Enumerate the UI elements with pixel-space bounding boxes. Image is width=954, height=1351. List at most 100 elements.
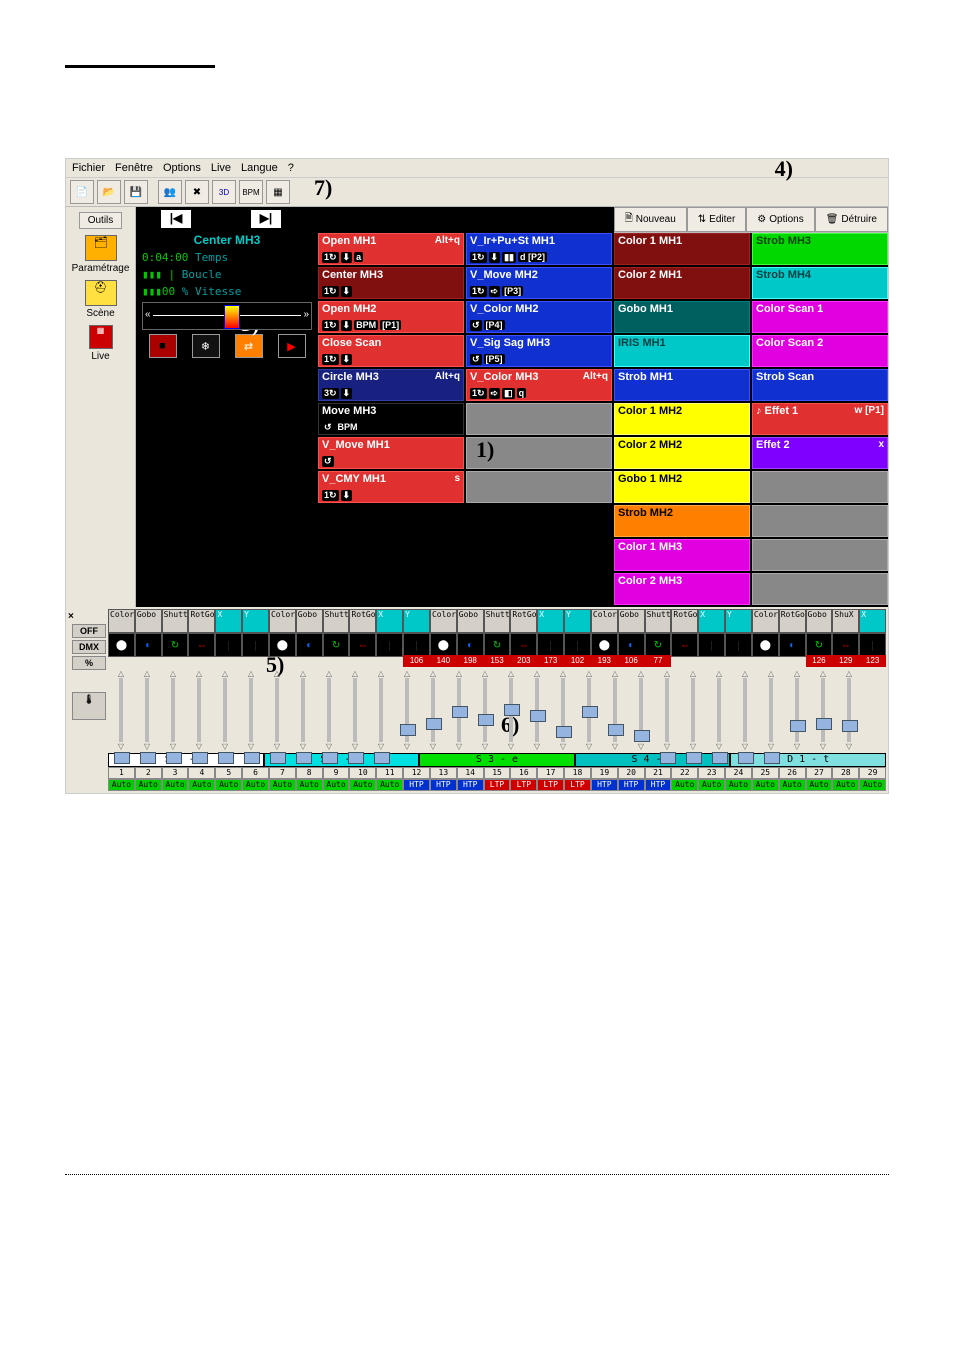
scene-button[interactable]: V_Move MH1↺ (318, 437, 464, 469)
scene-button[interactable] (466, 471, 612, 503)
channel-type-icon[interactable]: ◐ (457, 633, 484, 657)
zone-label[interactable]: S 1 - a (108, 753, 264, 767)
channel-mode[interactable]: Auto (859, 779, 886, 791)
channel-type-icon[interactable]: ⇔ (832, 633, 859, 657)
channel-type-icon[interactable]: ｜ (859, 633, 886, 657)
channel-fader[interactable]: △▽ (680, 667, 706, 753)
scene-button[interactable]: V_Move MH21↻➪[P3] (466, 267, 612, 299)
midi-icon[interactable]: ▦ (266, 180, 290, 204)
channel-type-icon[interactable]: ｜ (376, 633, 403, 657)
channel-mode[interactable]: Auto (242, 779, 269, 791)
open-file-icon[interactable]: 📂 (97, 180, 121, 204)
zone-label[interactable]: S 3 - e (419, 753, 575, 767)
scene-button[interactable]: Color 2 MH2 (614, 437, 750, 469)
channel-fader[interactable]: △▽ (524, 667, 550, 753)
scene-button[interactable]: Color 2 MH1 (614, 267, 750, 299)
scene-button[interactable]: V_Sig Sag MH3↺[P5] (466, 335, 612, 367)
channel-mode[interactable]: Auto (698, 779, 725, 791)
scene-button[interactable]: V_CMY MH1s1↻⬇ (318, 471, 464, 503)
channel-fader[interactable]: △▽ (732, 667, 758, 753)
channel-type-icon[interactable]: ⬤ (430, 633, 457, 657)
channel-fader[interactable]: △▽ (602, 667, 628, 753)
scene-button[interactable]: Color 1 MH3 (614, 539, 750, 571)
channel-fader[interactable]: △▽ (160, 667, 186, 753)
bpm-icon[interactable]: BPM (239, 180, 263, 204)
record-button[interactable]: ■ (149, 334, 177, 358)
scene-button[interactable]: Move MH3↺BPM (318, 403, 464, 435)
scene-button[interactable]: Center MH31↻⬇ (318, 267, 464, 299)
scene-button[interactable]: Color 2 MH3 (614, 573, 750, 605)
channel-mode[interactable]: LTP (510, 779, 537, 791)
play-button[interactable]: ▶ (278, 334, 306, 358)
freeze-button[interactable]: ❄ (192, 334, 220, 358)
zone-label[interactable]: S 2 - z (264, 753, 420, 767)
scene-button[interactable]: IRIS MH1 (614, 335, 750, 367)
channel-type-icon[interactable]: ↻ (323, 633, 350, 657)
channel-mode[interactable]: Auto (296, 779, 323, 791)
channel-fader[interactable]: △▽ (654, 667, 680, 753)
scene-button[interactable]: Strob MH1 (614, 369, 750, 401)
menu-options[interactable]: Options (163, 162, 201, 174)
channel-fader[interactable]: △▽ (472, 667, 498, 753)
channel-mode[interactable]: Auto (188, 779, 215, 791)
next-button[interactable]: ▶| (251, 210, 281, 228)
channel-mode[interactable]: Auto (215, 779, 242, 791)
scene-button[interactable] (752, 471, 888, 503)
speed-slider-thumb[interactable] (224, 305, 240, 329)
menu-help[interactable]: ? (288, 162, 294, 174)
channel-fader[interactable]: △▽ (758, 667, 784, 753)
scene-icon[interactable]: ⛑ (85, 280, 117, 306)
channel-type-icon[interactable]: ⬤ (591, 633, 618, 657)
channel-fader[interactable]: △▽ (394, 667, 420, 753)
channel-mode[interactable]: Auto (832, 779, 859, 791)
zone-label[interactable]: S 4 - r (575, 753, 731, 767)
options-button[interactable]: ⚙Options (746, 207, 814, 232)
new-button[interactable]: 🗎Nouveau (614, 207, 687, 232)
channel-type-icon[interactable]: ↻ (162, 633, 189, 657)
channel-fader[interactable]: △▽ (628, 667, 654, 753)
off-button[interactable]: OFF (72, 624, 106, 638)
channel-fader[interactable]: △▽ (342, 667, 368, 753)
channel-fader[interactable]: △▽ (550, 667, 576, 753)
channel-type-icon[interactable]: ⬤ (752, 633, 779, 657)
scene-button[interactable]: ♪ Effet 1w [P1] (752, 403, 888, 435)
channel-mode[interactable]: Auto (323, 779, 350, 791)
scene-button[interactable]: Strob Scan (752, 369, 888, 401)
channel-fader[interactable]: △▽ (264, 667, 290, 753)
channel-type-icon[interactable]: ｜ (215, 633, 242, 657)
channel-fader[interactable]: △▽ (446, 667, 472, 753)
channel-type-icon[interactable]: ｜ (564, 633, 591, 657)
scene-button[interactable]: Open MH1Alt+q1↻⬇ a (318, 233, 464, 265)
channel-mode[interactable]: Auto (269, 779, 296, 791)
channel-mode[interactable]: Auto (376, 779, 403, 791)
channel-mode[interactable]: Auto (806, 779, 833, 791)
channel-mode[interactable]: Auto (725, 779, 752, 791)
fx-icon[interactable]: ✖ (185, 180, 209, 204)
scene-button[interactable]: V_Color MH3Alt+q1↻➪◧q (466, 369, 612, 401)
channel-type-icon[interactable]: ｜ (725, 633, 752, 657)
scene-button[interactable]: V_Color MH2↺[P4] (466, 301, 612, 333)
scene-button[interactable]: Strob MH2 (614, 505, 750, 537)
param-icon[interactable]: 🗂 (85, 235, 117, 261)
percent-button[interactable]: % (72, 656, 106, 670)
channel-type-icon[interactable]: ｜ (242, 633, 269, 657)
scene-button[interactable]: Close Scan1↻⬇ (318, 335, 464, 367)
channel-type-icon[interactable]: ⇔ (349, 633, 376, 657)
new-file-icon[interactable]: 📄 (70, 180, 94, 204)
channel-mode[interactable]: LTP (484, 779, 511, 791)
channel-fader[interactable]: △▽ (134, 667, 160, 753)
channel-type-icon[interactable]: ↻ (484, 633, 511, 657)
channel-type-icon[interactable]: ⇔ (188, 633, 215, 657)
scene-button[interactable]: Strob MH3 (752, 233, 888, 265)
scene-button[interactable]: Gobo MH1 (614, 301, 750, 333)
channel-fader[interactable]: △▽ (290, 667, 316, 753)
swap-button[interactable]: ⇄ (235, 334, 263, 358)
channel-type-icon[interactable]: ⬤ (108, 633, 135, 657)
3d-icon[interactable]: 3D (212, 180, 236, 204)
channel-mode[interactable]: HTP (430, 779, 457, 791)
menu-file[interactable]: Fichier (72, 162, 105, 174)
channel-mode[interactable]: HTP (645, 779, 672, 791)
channel-type-icon[interactable]: ｜ (403, 633, 430, 657)
scene-button[interactable]: Circle MH3Alt+q3↻⬇ (318, 369, 464, 401)
channel-fader[interactable]: △▽ (810, 667, 836, 753)
